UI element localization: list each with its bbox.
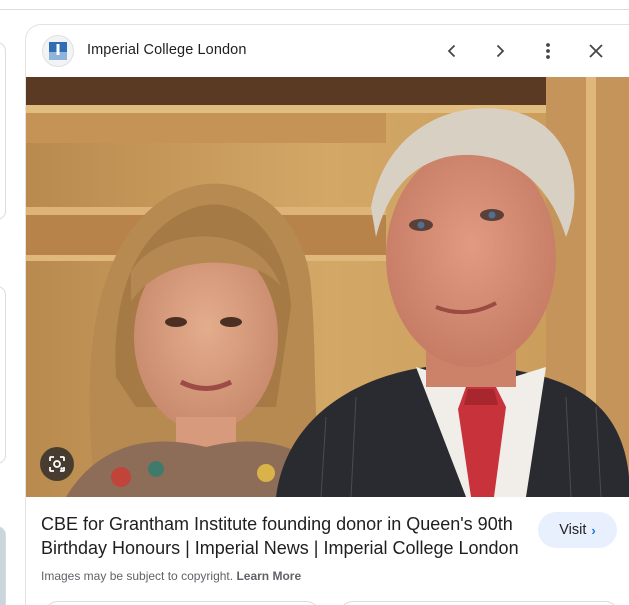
google-lens-button[interactable] <box>40 447 74 481</box>
left-result-card[interactable] <box>0 286 6 464</box>
previous-button[interactable] <box>436 35 468 67</box>
visit-button[interactable]: Visit › <box>538 512 617 548</box>
photo-illustration <box>26 77 629 497</box>
more-options-button[interactable] <box>532 35 564 67</box>
close-icon <box>589 44 603 58</box>
image-preview-panel: Imperial College London CBE for Grantham… <box>25 24 629 605</box>
google-lens-icon <box>49 456 65 472</box>
result-title-link[interactable]: CBE for Grantham Institute founding dono… <box>41 512 531 560</box>
left-result-card[interactable] <box>0 42 6 220</box>
visit-label: Visit <box>559 522 587 538</box>
results-top-strip <box>0 0 629 10</box>
related-search-chip[interactable] <box>44 601 320 605</box>
copyright-text: Images may be subject to copyright. <box>41 569 234 583</box>
related-search-chip[interactable] <box>339 601 619 605</box>
chevron-right-icon: › <box>591 522 596 538</box>
source-name[interactable]: Imperial College London <box>87 42 247 58</box>
left-result-card[interactable] <box>0 526 6 605</box>
preview-header: Imperial College London <box>26 25 629 77</box>
chevron-left-icon <box>447 44 456 58</box>
close-button[interactable] <box>580 35 612 67</box>
learn-more-link[interactable]: Learn More <box>236 569 301 583</box>
more-vert-icon <box>546 43 550 59</box>
preview-image[interactable] <box>26 77 629 497</box>
imperial-college-logo-icon[interactable] <box>42 35 74 67</box>
chevron-right-icon <box>496 44 505 58</box>
next-button[interactable] <box>484 35 516 67</box>
copyright-notice: Images may be subject to copyright. Lear… <box>41 569 301 583</box>
